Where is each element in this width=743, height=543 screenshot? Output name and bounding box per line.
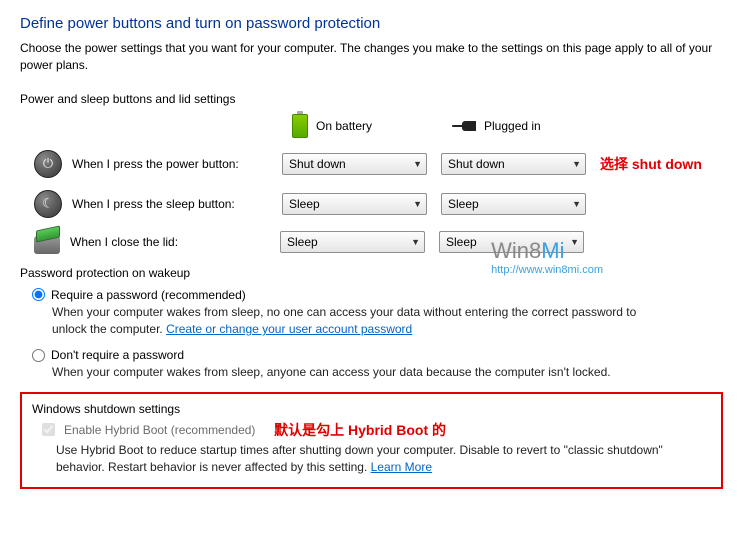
- dont-require-password-radio[interactable]: [32, 349, 45, 362]
- hybrid-boot-checkbox: [42, 423, 55, 436]
- dont-require-password-desc: When your computer wakes from sleep, any…: [52, 364, 662, 381]
- learn-more-link[interactable]: Learn More: [371, 460, 432, 474]
- sleep-button-battery-select[interactable]: Sleep▼: [282, 193, 427, 215]
- chevron-down-icon: ▼: [413, 159, 422, 169]
- row-close-lid: When I close the lid: Sleep▼ Sleep▼: [20, 230, 723, 254]
- dont-require-password-label: Don't require a password: [51, 348, 184, 362]
- power-button-battery-select[interactable]: Shut down▼: [282, 153, 427, 175]
- row-power-button: When I press the power button: Shut down…: [20, 150, 723, 178]
- page-description: Choose the power settings that you want …: [20, 40, 723, 74]
- require-password-desc: When your computer wakes from sleep, no …: [52, 304, 662, 339]
- buttons-lid-header: Power and sleep buttons and lid settings: [20, 92, 723, 106]
- hybrid-boot-label: Enable Hybrid Boot (recommended): [64, 423, 255, 437]
- battery-icon: [292, 114, 308, 138]
- power-button-label: When I press the power button:: [72, 157, 282, 171]
- close-lid-label: When I close the lid:: [70, 235, 280, 249]
- annotation-shutdown: 选择 shut down: [600, 154, 702, 174]
- chevron-down-icon: ▼: [570, 237, 579, 247]
- power-button-icon: [34, 150, 62, 178]
- close-lid-battery-select[interactable]: Sleep▼: [280, 231, 425, 253]
- col-plugged-label: Plugged in: [484, 119, 541, 133]
- require-password-label: Require a password (recommended): [51, 288, 246, 302]
- change-password-link[interactable]: Create or change your user account passw…: [166, 322, 412, 336]
- page-title: Define power buttons and turn on passwor…: [20, 15, 723, 32]
- password-header: Password protection on wakeup: [20, 266, 723, 280]
- hybrid-boot-desc: Use Hybrid Boot to reduce startup times …: [56, 442, 686, 477]
- row-sleep-button: When I press the sleep button: Sleep▼ Sl…: [20, 190, 723, 218]
- close-lid-plugged-select[interactable]: Sleep▼: [439, 231, 584, 253]
- require-password-radio[interactable]: [32, 288, 45, 301]
- annotation-hybrid-boot: 默认是勾上 Hybrid Boot 的: [274, 420, 446, 440]
- power-button-plugged-select[interactable]: Shut down▼: [441, 153, 586, 175]
- col-battery-label: On battery: [316, 119, 372, 133]
- chevron-down-icon: ▼: [572, 159, 581, 169]
- shutdown-header: Windows shutdown settings: [32, 402, 711, 416]
- chevron-down-icon: ▼: [411, 237, 420, 247]
- sleep-button-plugged-select[interactable]: Sleep▼: [441, 193, 586, 215]
- sleep-button-icon: [34, 190, 62, 218]
- plug-icon: [452, 119, 476, 133]
- shutdown-settings-box: Windows shutdown settings Enable Hybrid …: [20, 392, 723, 489]
- chevron-down-icon: ▼: [572, 199, 581, 209]
- lid-icon: [34, 236, 60, 254]
- sleep-button-label: When I press the sleep button:: [72, 197, 282, 211]
- chevron-down-icon: ▼: [413, 199, 422, 209]
